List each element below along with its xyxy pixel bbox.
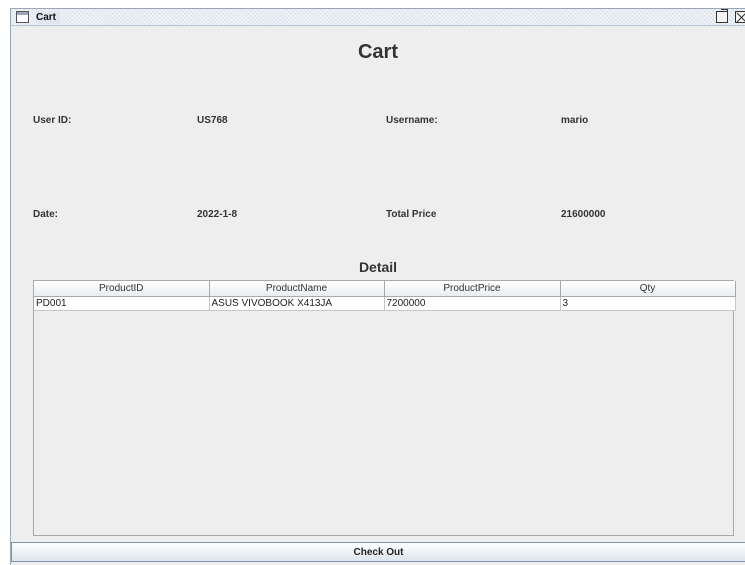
detail-title: Detail — [358, 259, 398, 275]
maximize-icon[interactable] — [716, 9, 728, 23]
window-icon — [16, 11, 29, 23]
cell-qty[interactable]: 3 — [560, 296, 736, 311]
table-row[interactable]: PD001 ASUS VIVOBOOK X413JA 7200000 3 — [34, 296, 736, 311]
total-price-value: 21600000 — [561, 209, 606, 220]
user-id-value: US768 — [197, 115, 228, 126]
total-price-label: Total Price — [386, 209, 437, 220]
user-id-label: User ID: — [33, 115, 72, 126]
column-header-qty[interactable]: Qty — [560, 281, 736, 297]
column-header-productname[interactable]: ProductName — [209, 281, 385, 297]
date-label: Date: — [33, 209, 59, 220]
username-label: Username: — [386, 115, 438, 126]
window-titlebar[interactable]: Cart — [11, 9, 745, 26]
cell-productname[interactable]: ASUS VIVOBOOK X413JA — [209, 296, 385, 311]
checkout-button[interactable]: Check Out — [11, 542, 745, 562]
cell-productid[interactable]: PD001 — [34, 296, 210, 311]
detail-table[interactable]: ProductID ProductName ProductPrice Qty P… — [33, 280, 736, 536]
date-value: 2022-1-8 — [197, 209, 238, 220]
table-header-row: ProductID ProductName ProductPrice Qty — [34, 281, 736, 297]
close-icon[interactable] — [735, 11, 745, 23]
cell-productprice[interactable]: 7200000 — [384, 296, 561, 311]
column-header-productprice[interactable]: ProductPrice — [384, 281, 561, 297]
cart-window: Cart Cart User ID: US768 Username: mario… — [10, 8, 745, 565]
column-header-productid[interactable]: ProductID — [34, 281, 210, 297]
username-value: mario — [561, 115, 589, 126]
window-title: Cart — [36, 11, 61, 24]
page-title: Cart — [357, 41, 398, 63]
